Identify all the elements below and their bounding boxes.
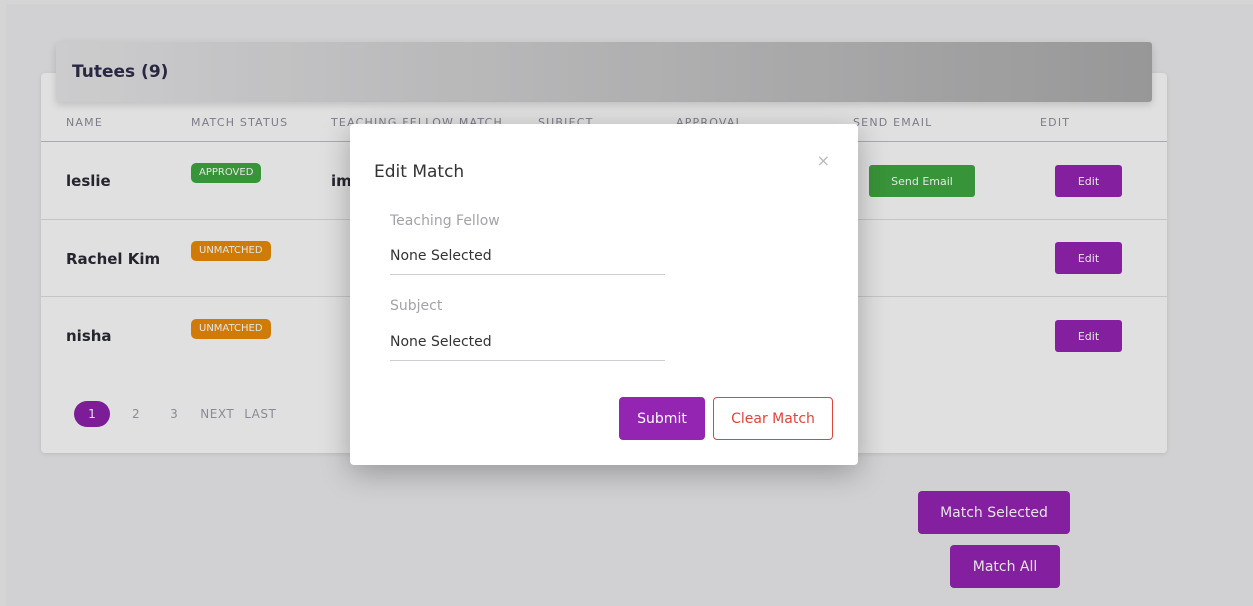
subject-label: Subject [390, 298, 443, 314]
modal-title: Edit Match [374, 162, 465, 182]
submit-button[interactable]: Submit [619, 397, 705, 440]
clear-match-button[interactable]: Clear Match [713, 397, 833, 440]
subject-select[interactable]: None Selected [390, 334, 665, 361]
close-icon[interactable]: × [817, 151, 830, 170]
edit-match-modal: Edit Match × Teaching Fellow None Select… [350, 124, 858, 465]
teaching-fellow-select[interactable]: None Selected [390, 248, 665, 275]
teaching-fellow-label: Teaching Fellow [390, 213, 500, 229]
